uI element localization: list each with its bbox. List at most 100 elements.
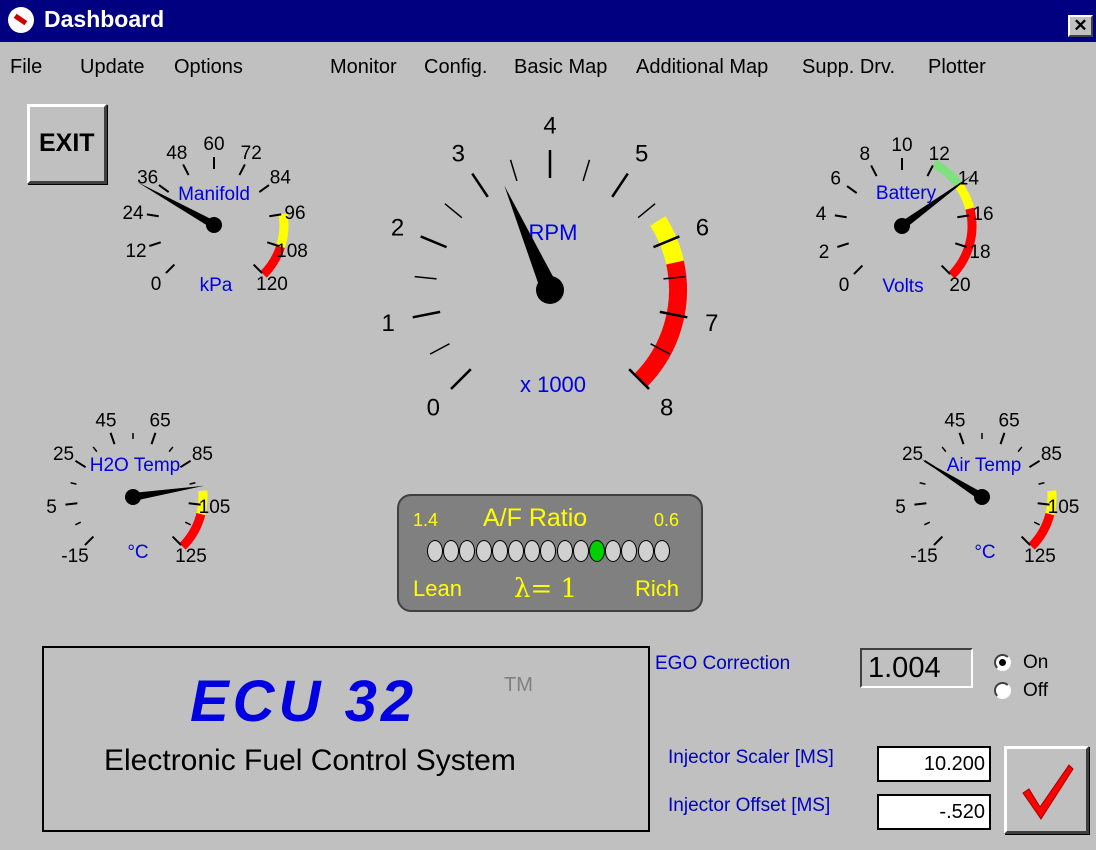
manifold-tick-label: 12	[125, 241, 146, 262]
af-led-track	[427, 538, 677, 566]
air-tick-label: 85	[1041, 444, 1062, 465]
battery-tick	[837, 242, 850, 248]
air-needle-hub	[974, 489, 990, 505]
manifold-tick	[238, 163, 246, 176]
battery-title: Battery	[876, 183, 937, 204]
h2o-unit: °C	[127, 542, 148, 563]
rpm-tick-label: 5	[635, 140, 648, 167]
rpm-tick-label: 6	[696, 214, 709, 241]
af-led	[637, 540, 654, 562]
h2o-tick-label: 125	[175, 546, 207, 567]
manifold-tick	[165, 263, 176, 274]
h2o-minor-tick	[189, 482, 196, 485]
battery-needle-hub	[894, 218, 910, 234]
manifold-tick	[252, 263, 263, 274]
manifold-tick-label: 0	[151, 274, 162, 295]
manifold-tick-label: 36	[137, 168, 158, 189]
battery-tick	[834, 214, 847, 219]
battery-tick-label: 4	[816, 204, 827, 225]
manifold-tick	[149, 241, 162, 247]
air-unit: °C	[974, 542, 995, 563]
ego-off-radio[interactable]	[994, 682, 1011, 699]
battery-tick	[940, 264, 951, 275]
manifold-gauge: 012 24 36 48 60 72 84 96 108 120 Manifold kPa	[122, 134, 307, 296]
h2o-needle-hub	[125, 489, 141, 505]
trademark: TM	[504, 674, 533, 696]
h2o-minor-tick	[92, 446, 98, 453]
air-minor-tick	[919, 482, 926, 485]
ego-on-label[interactable]: On	[1023, 652, 1048, 674]
h2o-tick-label: 25	[53, 444, 74, 465]
air-gauge: -15 5 25 45 65 85 105 125 Air Temp °C	[895, 410, 1079, 566]
rpm-minor-tick	[509, 159, 518, 182]
battery-tick-label: 18	[969, 242, 990, 263]
h2o-tick	[109, 432, 116, 445]
manifold-tick-label: 84	[270, 168, 292, 189]
injector-scaler-input[interactable]: 10.200	[877, 746, 991, 782]
rpm-gauge: 0 1 2 3 4 5 6 7 8 RPM x 1000	[381, 113, 718, 422]
manifold-tick-label: 48	[166, 143, 187, 164]
af-led	[443, 540, 460, 562]
rpm-tick	[611, 172, 629, 198]
h2o-tick-label: 45	[95, 410, 116, 431]
battery-tick	[853, 264, 864, 275]
injector-offset-input[interactable]: -.520	[877, 794, 991, 830]
h2o-tick-label: 105	[199, 497, 231, 518]
air-band-1	[1028, 512, 1055, 550]
h2o-minor-tick	[75, 521, 82, 526]
manifold-tick-label: 60	[203, 134, 224, 155]
rpm-needle-hub	[536, 276, 564, 304]
battery-tick-label: 14	[958, 169, 980, 190]
h2o-title: H2O Temp	[90, 455, 180, 476]
rpm-tick	[450, 368, 472, 390]
h2o-tick	[150, 432, 157, 445]
h2o-minor-tick	[184, 521, 191, 526]
rpm-minor-tick	[582, 159, 591, 182]
air-minor-tick	[1017, 446, 1023, 453]
rpm-band-1	[634, 260, 687, 387]
checkmark-icon	[1022, 764, 1074, 820]
air-title: Air Temp	[947, 455, 1022, 476]
manifold-title: Manifold	[178, 184, 250, 205]
air-minor-tick	[1038, 482, 1045, 485]
h2o-tick-label: 65	[150, 410, 171, 431]
apply-button[interactable]	[1004, 746, 1089, 834]
af-ratio-panel: 1.4 A/F Ratio 0.6 Lean λ= 1 Rich	[397, 494, 703, 612]
rpm-unit: x 1000	[520, 372, 586, 397]
ego-off-label[interactable]: Off	[1023, 680, 1048, 702]
rpm-tick-label: 3	[452, 140, 465, 167]
af-led	[475, 540, 492, 562]
af-led	[556, 540, 573, 562]
air-tick-label: 45	[944, 410, 965, 431]
rpm-tick	[420, 235, 448, 249]
af-lambda-label: λ= 1	[514, 574, 578, 604]
rpm-title: RPM	[529, 220, 578, 245]
branding-box: ECU 32 TM Electronic Fuel Control System	[42, 646, 650, 832]
af-rich-label: Rich	[635, 576, 680, 601]
dashboard-window: Dashboard ✕ File Update Options Monitor …	[0, 0, 1096, 850]
rpm-tick-label: 7	[705, 310, 718, 337]
h2o-tick-label: 5	[46, 497, 57, 518]
rpm-tick	[412, 310, 441, 319]
battery-tick-label: 2	[819, 242, 830, 263]
air-tick-label: 5	[895, 497, 906, 518]
h2o-tick-label: -15	[61, 546, 88, 567]
h2o-tick	[74, 459, 87, 469]
rpm-minor-tick	[414, 275, 437, 280]
manifold-tick-label: 72	[241, 143, 262, 164]
ego-correction-value: 1.004	[860, 648, 973, 688]
af-lean-label: Lean	[413, 576, 462, 601]
ego-on-radio[interactable]	[994, 654, 1011, 671]
rpm-minor-tick	[637, 203, 656, 219]
manifold-tick	[146, 213, 159, 218]
rpm-minor-tick	[444, 203, 463, 219]
af-right-value: 0.6	[654, 510, 680, 530]
battery-unit: Volts	[882, 276, 923, 297]
af-led	[459, 540, 476, 562]
rpm-tick-label: 8	[660, 394, 673, 421]
h2o-gauge: -15 5 25 45 65 85 105 125 H2O Temp °C	[46, 410, 230, 566]
air-tick	[933, 535, 944, 546]
h2o-minor-tick	[70, 482, 77, 485]
af-led	[540, 540, 557, 562]
air-tick-label: 65	[999, 410, 1020, 431]
